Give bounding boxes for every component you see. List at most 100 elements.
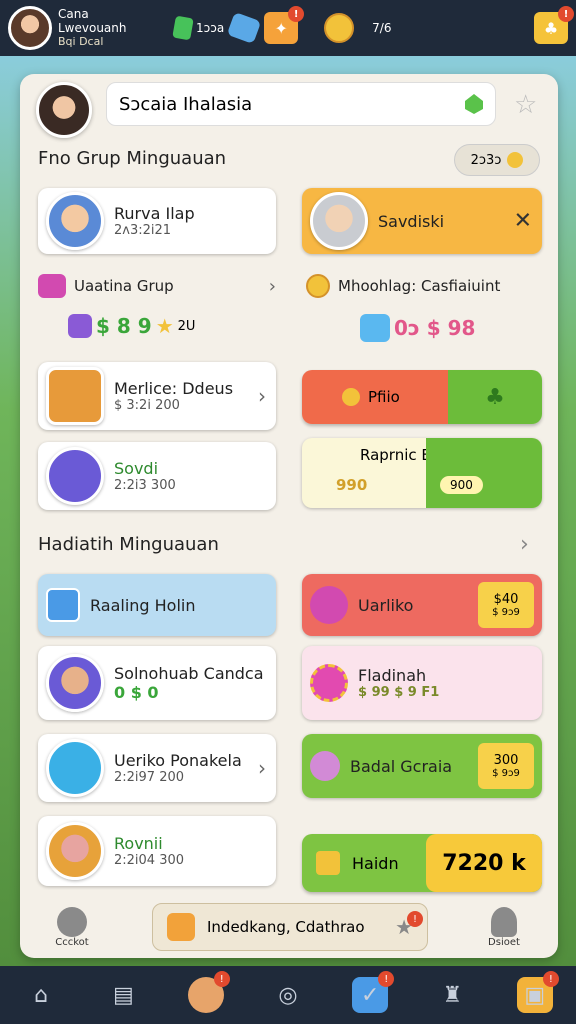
- checkbox-icon: [46, 588, 80, 622]
- ranking-label: Indedkang, Cdathrao: [207, 918, 365, 936]
- rapnic-right-value: 900: [440, 476, 483, 494]
- profile-avatar[interactable]: [36, 82, 92, 138]
- main-panel: Sɔcaia Ihalasia ☆ Fno Grup Minguauan 2ɔ3…: [20, 74, 558, 958]
- player-avatar[interactable]: [8, 6, 52, 50]
- fladinah-card[interactable]: Fladinah $ 99 $ 9 F1: [302, 646, 542, 720]
- group-tokens-text: $ 8 9: [96, 314, 152, 338]
- coin-icon: [324, 13, 355, 43]
- rapnic-left-value: 990: [336, 476, 368, 494]
- player-title: Lwevouanh: [58, 21, 127, 35]
- group-tokens: $ 8 9 ★ 2U: [68, 314, 195, 338]
- player-info: Cana Lwevouanh Bqi Dcal: [58, 7, 168, 49]
- mhoohlag-row[interactable]: Mhoohlag: Casfiaiuint: [306, 274, 500, 298]
- green-gem-icon: [172, 15, 194, 41]
- uarliko-v1: $40: [493, 592, 519, 607]
- member-sub: 2:2i97 200: [114, 770, 185, 785]
- chest-icon: [68, 314, 92, 338]
- globe-icon: [57, 906, 87, 937]
- search-field[interactable]: Sɔcaia Ihalasia: [106, 82, 496, 126]
- raaling-card[interactable]: Raaling Holin: [38, 574, 276, 636]
- target-icon[interactable]: ◎: [270, 977, 306, 1013]
- home-icon[interactable]: ⌂: [23, 977, 59, 1013]
- shop-badge: !: [542, 971, 559, 987]
- member-sub: 2:2i04 300: [114, 853, 185, 868]
- member-sub: 0 $ 0: [114, 683, 159, 702]
- gem-pink-icon: [38, 274, 66, 298]
- chevron-right-icon: ›: [268, 275, 276, 297]
- uarliko-card[interactable]: Uarliko $40 $ 9ɔ9: [302, 574, 542, 636]
- member-card-4[interactable]: Solnohuab Candca 0 $ 0: [38, 646, 276, 720]
- gem-icon: [465, 94, 483, 114]
- pfiio-left: Pfiio: [302, 370, 448, 424]
- dsioet-label: Dsioet: [488, 936, 520, 948]
- ccckot-label: Ccckot: [55, 936, 89, 948]
- profile-icon: [491, 906, 517, 937]
- haidn-button[interactable]: Haidn 7220 k: [302, 834, 542, 892]
- rapnic-right: 900: [426, 438, 542, 508]
- quest-button[interactable]: ✦!: [264, 6, 305, 44]
- chevron-right-icon: ›: [258, 756, 266, 780]
- character-badge: !: [213, 971, 230, 987]
- pfiio-button[interactable]: Pfiio ♣: [302, 370, 542, 424]
- member-name: Merlice: Ddeus: [114, 379, 234, 398]
- member-card-2[interactable]: Merlice: Ddeus $ 3:2i 200 ›: [38, 362, 276, 430]
- star-badge: !: [407, 911, 423, 927]
- haidn-value: 7220 k: [426, 834, 542, 892]
- leaf-badge-icon: [46, 739, 104, 797]
- dsioet-button[interactable]: Dsioet: [452, 906, 556, 948]
- badal-label: Badal Gcraia: [350, 756, 453, 776]
- blue-token-icon: [360, 314, 390, 342]
- resource-coins: 7/6: [324, 13, 391, 43]
- rapnic-card[interactable]: Raprnic Borkuo 990 900: [302, 438, 542, 508]
- character-icon[interactable]: !: [187, 971, 230, 1013]
- section-title-1: Fno Grup Minguauan: [38, 148, 227, 169]
- raaling-label: Raaling Holin: [90, 595, 196, 615]
- member-sub: $ 3:2i 200: [114, 398, 180, 413]
- ccckot-button[interactable]: Ccckot: [20, 906, 124, 948]
- member-card-3[interactable]: Sovdi 2:2i3 300: [38, 442, 276, 510]
- uarliko-label: Uarliko: [358, 595, 414, 615]
- flower-icon: [310, 664, 348, 702]
- group-row[interactable]: Uaatina Grup ›: [38, 274, 276, 298]
- orb-icon: [310, 586, 348, 624]
- badal-price: 300 $ 9ɔ9: [478, 743, 534, 789]
- shop-icon[interactable]: ▣!: [516, 971, 559, 1013]
- section-title-2: Hadiatih Minguauan: [38, 534, 219, 555]
- blue-gem-icon: [226, 11, 262, 45]
- member-card-5[interactable]: Ueriko Ponakela 2:2i97 200 ›: [38, 734, 276, 802]
- gift-badge: !: [558, 6, 574, 22]
- shield-icon: [46, 367, 104, 425]
- player-name: Cana: [58, 7, 89, 21]
- group-tokens-value: 2U: [177, 318, 196, 334]
- bottom-nav: ⌂ ▤ ! ◎ ✓! ♜ ▣!: [0, 966, 576, 1024]
- top-bar: Cana Lwevouanh Bqi Dcal 1ɔɔa ✦! 7/6 ♣!: [0, 0, 576, 56]
- close-icon[interactable]: ✕: [514, 209, 532, 234]
- member-name: Rurva Ilap: [114, 204, 195, 223]
- fladinah-label: Fladinah: [358, 666, 427, 685]
- coin-icon: [507, 152, 524, 168]
- favorite-star-icon[interactable]: ☆: [514, 90, 537, 120]
- ranking-button[interactable]: Indedkang, Cdathrao ★!: [152, 903, 428, 951]
- svdiski-card[interactable]: Savdiski ✕: [302, 188, 542, 254]
- map-pin-icon[interactable]: ♜: [435, 977, 471, 1013]
- chest-icon: [316, 851, 340, 875]
- gold-ticket-icon: [46, 447, 104, 505]
- uarliko-v2: $ 9ɔ9: [492, 607, 520, 618]
- tasks-icon[interactable]: ✓!: [352, 971, 395, 1013]
- badal-card[interactable]: Badal Gcraia 300 $ 9ɔ9: [302, 734, 542, 798]
- member-avatar-icon: [46, 822, 104, 880]
- points-pill[interactable]: 2ɔ3ɔ: [454, 144, 540, 176]
- group-row-label: Uaatina Grup: [74, 277, 174, 295]
- player-sub: Bqi Dcal: [58, 35, 104, 48]
- coin-icon: [306, 274, 330, 298]
- member-avatar-icon: [46, 654, 104, 712]
- member-card-6[interactable]: Rovnii 2:2i04 300: [38, 816, 276, 886]
- member-name: Ueriko Ponakela: [114, 751, 242, 770]
- chevron-right-icon: ›: [258, 384, 266, 408]
- member-card-1[interactable]: Rurva Ilap 2ʌ3:2i21: [38, 188, 276, 254]
- member-sub: 2:2i3 300: [114, 478, 176, 493]
- chevron-right-icon[interactable]: ›: [520, 532, 529, 557]
- svdiski-name: Savdiski: [378, 211, 445, 231]
- gift-button[interactable]: ♣!: [534, 6, 574, 44]
- chat-icon[interactable]: ▤: [105, 977, 141, 1013]
